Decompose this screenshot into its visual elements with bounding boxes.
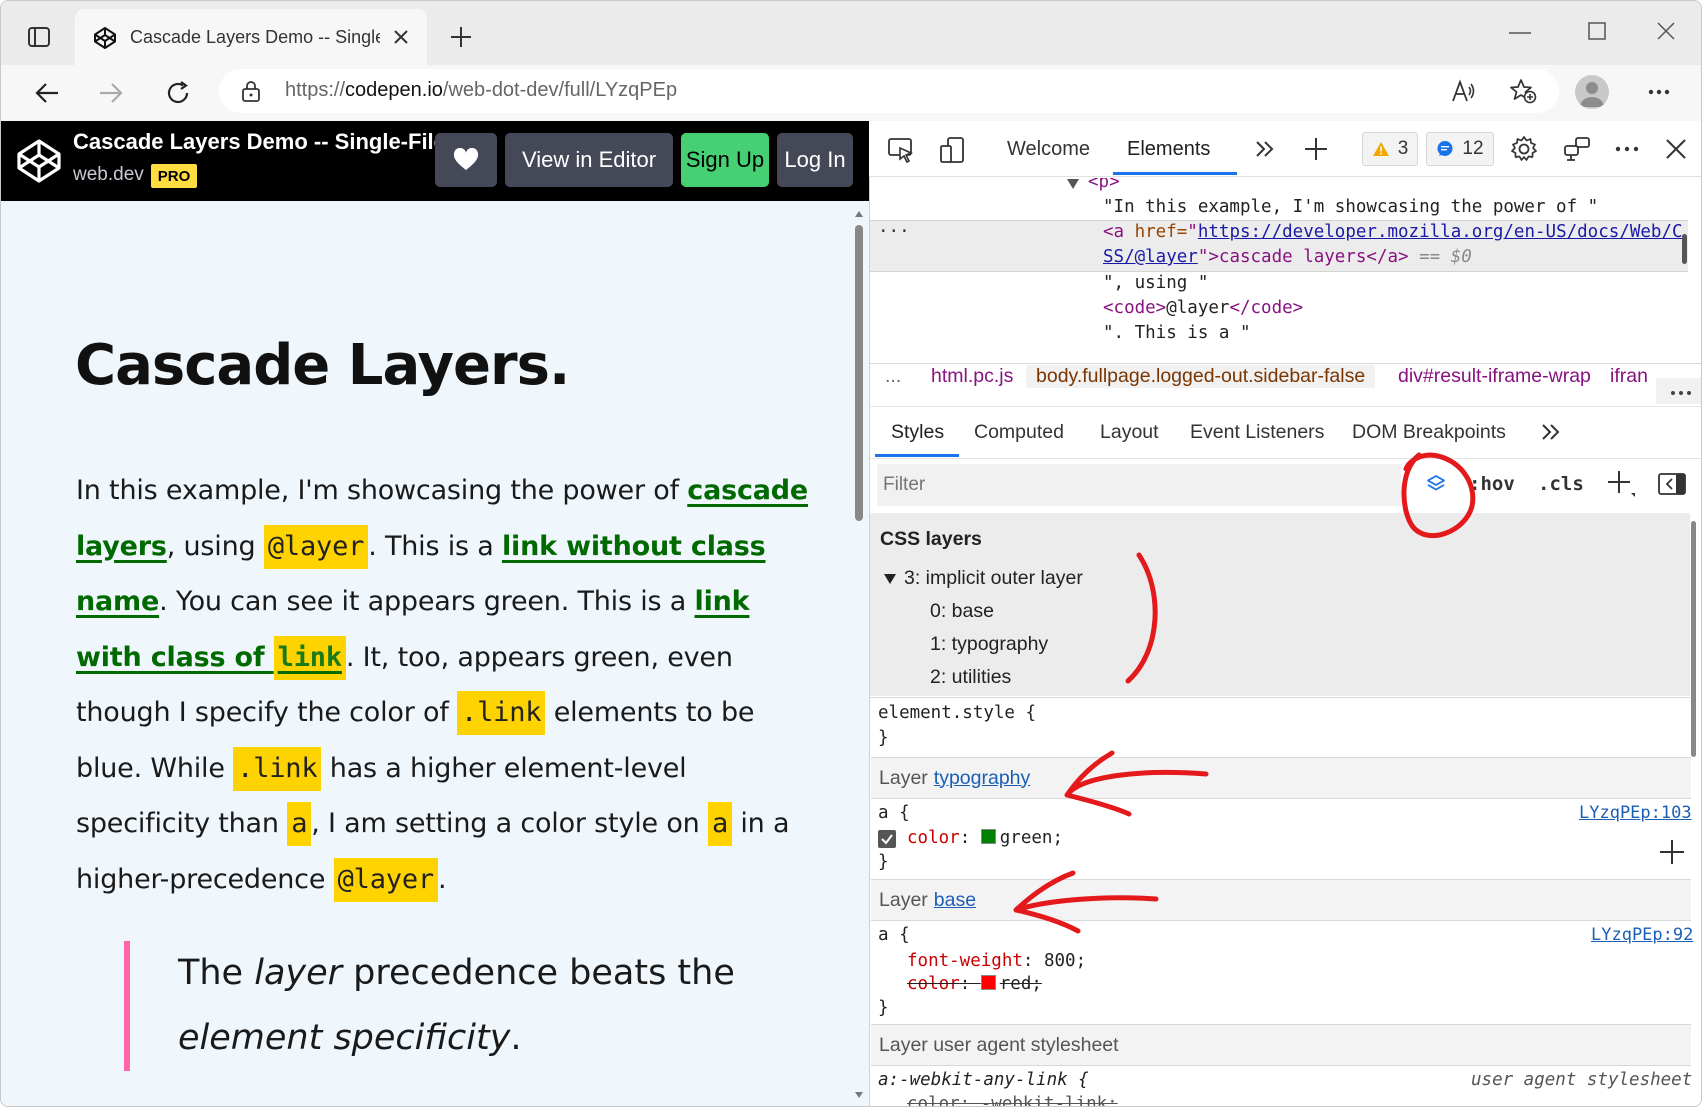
annotation-marks	[1013, 452, 1476, 934]
browser-window: Cascade Layers Demo -- Single-F https://…	[0, 0, 1702, 1107]
annotation-bracket	[1125, 552, 1158, 684]
annotation-arrow-base	[1013, 870, 1159, 934]
annotation-arrow-typography	[1064, 750, 1209, 817]
annotation-circle	[1401, 452, 1476, 539]
